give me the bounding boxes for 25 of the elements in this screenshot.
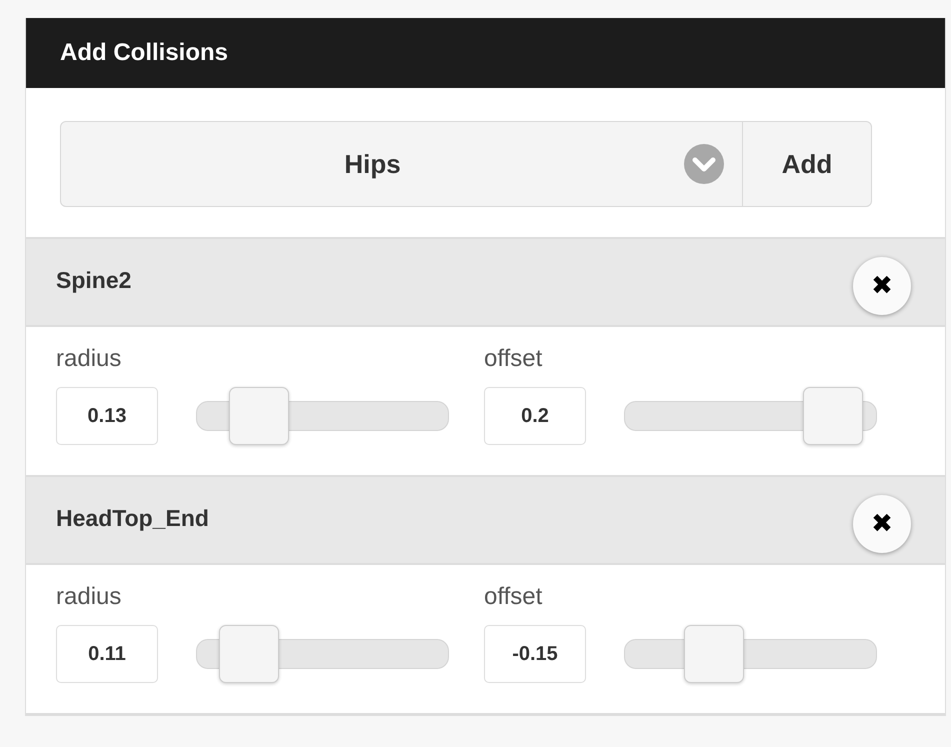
dropdown-value: Hips: [343, 148, 402, 180]
chevron-down-icon: [684, 144, 724, 184]
slider-thumb[interactable]: [684, 625, 744, 683]
remove-button[interactable]: ✖: [853, 495, 911, 553]
slider[interactable]: [196, 625, 449, 683]
param-label: offset: [484, 583, 544, 611]
remove-button[interactable]: ✖: [853, 257, 911, 315]
slider[interactable]: [624, 625, 877, 683]
bone-name: Spine2: [56, 267, 132, 295]
panel-title: Add Collisions: [60, 39, 228, 67]
slider-thumb[interactable]: [228, 387, 289, 445]
param-label: offset: [484, 345, 544, 373]
slider-thumb[interactable]: [803, 387, 864, 445]
param-label: radius: [56, 345, 122, 373]
slider[interactable]: [196, 387, 449, 445]
bone-dropdown[interactable]: Hips Add: [60, 121, 872, 207]
value-field[interactable]: 0.13: [56, 387, 158, 445]
value-field[interactable]: -0.15: [484, 625, 586, 683]
param-label: radius: [56, 583, 122, 611]
slider[interactable]: [624, 387, 877, 445]
value-field[interactable]: 0.11: [56, 625, 158, 683]
bone-name: HeadTop_End: [56, 505, 209, 533]
slider-thumb[interactable]: [219, 625, 280, 683]
value-field[interactable]: 0.2: [484, 387, 586, 445]
add-button[interactable]: Add: [743, 122, 871, 206]
